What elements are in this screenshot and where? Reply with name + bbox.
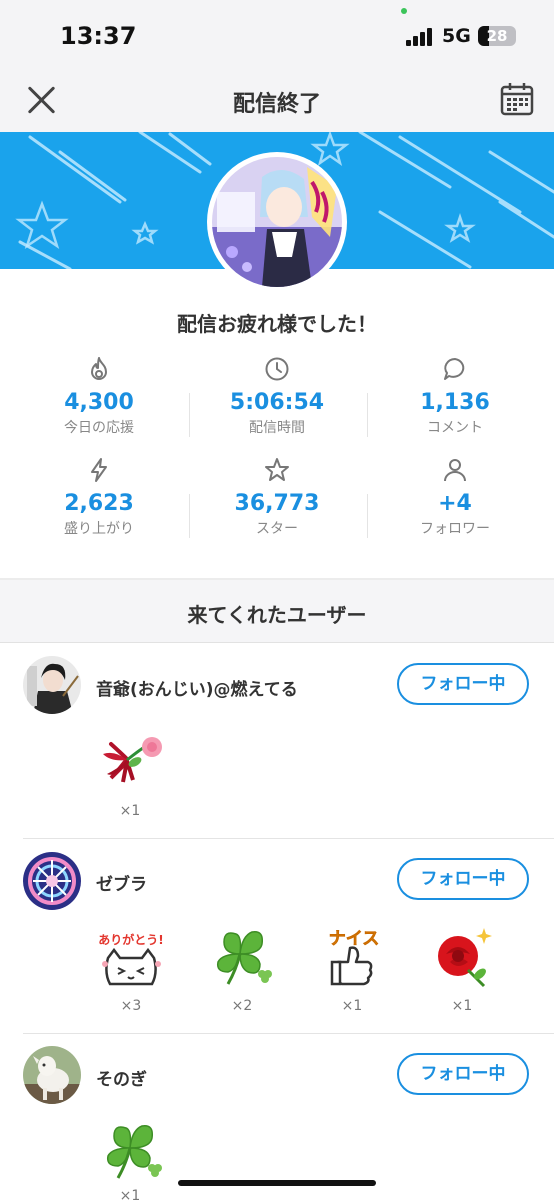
rose-bow-icon bbox=[103, 737, 162, 783]
red-rose-icon bbox=[438, 928, 492, 988]
clover-icon bbox=[106, 1125, 162, 1179]
gift-count: ×1 bbox=[119, 803, 141, 819]
calendar-icon[interactable] bbox=[500, 82, 534, 116]
following-button[interactable]: フォロー中 bbox=[397, 663, 529, 705]
stat-value: 1,136 bbox=[420, 390, 490, 415]
user-name[interactable]: そのぎ bbox=[96, 1065, 147, 1090]
gift-count: ×1 bbox=[451, 998, 473, 1014]
users-section-header: 来てくれたユーザー bbox=[0, 580, 554, 643]
status-time: 13:37 bbox=[60, 22, 137, 50]
stat-excitement: 2,623 盛り上がり bbox=[9, 457, 189, 538]
gift-count: ×3 bbox=[120, 998, 142, 1014]
arigatou-cat-icon: ありがとう! bbox=[98, 932, 164, 986]
stat-followers: +4 フォロワー bbox=[365, 457, 545, 538]
user-avatar[interactable] bbox=[23, 1046, 81, 1104]
gift-text: ナイス bbox=[329, 929, 380, 949]
stat-label: スター bbox=[256, 521, 298, 537]
divider bbox=[23, 1033, 554, 1034]
stat-stars: 36,773 スター bbox=[187, 457, 367, 538]
user-name[interactable]: ゼブラ bbox=[96, 870, 147, 895]
page-title: 配信終了 bbox=[232, 92, 321, 117]
user-name[interactable]: 音爺(おんじい)@燃えてる bbox=[96, 675, 298, 700]
flame-icon bbox=[91, 357, 107, 380]
clock-icon bbox=[265, 357, 289, 381]
top-bar: 配信終了 bbox=[0, 70, 554, 132]
clover-icon bbox=[216, 931, 272, 985]
person-icon bbox=[444, 459, 466, 482]
stat-value: +4 bbox=[438, 491, 472, 516]
thanks-message: 配信お疲れ様でした！ bbox=[177, 312, 377, 336]
stat-value: 5:06:54 bbox=[229, 390, 325, 415]
lightning-icon bbox=[91, 458, 107, 482]
home-indicator[interactable] bbox=[178, 1180, 376, 1186]
stat-value: 4,300 bbox=[64, 390, 134, 415]
user-avatar[interactable] bbox=[23, 852, 81, 910]
stat-label: フォロワー bbox=[420, 521, 490, 537]
privacy-indicator bbox=[401, 8, 407, 14]
users-section-title: 来てくれたユーザー bbox=[187, 603, 367, 627]
nice-thumbs-up-icon: ナイス bbox=[328, 929, 380, 986]
stat-label: 今日の応援 bbox=[64, 420, 134, 436]
battery-icon: 28 bbox=[478, 26, 516, 46]
stat-comments: 1,136 コメント bbox=[365, 356, 545, 437]
gift-count: ×2 bbox=[231, 998, 253, 1014]
stat-label: コメント bbox=[427, 420, 483, 436]
gift-count: ×1 bbox=[341, 998, 363, 1014]
star-icon bbox=[265, 458, 289, 481]
divider bbox=[23, 838, 554, 839]
stat-value: 36,773 bbox=[234, 491, 320, 516]
status-bar: 13:37 5G 28 bbox=[0, 0, 554, 70]
gift-count: ×1 bbox=[119, 1188, 141, 1204]
stat-cheers: 4,300 今日の応援 bbox=[9, 356, 189, 437]
streamer-avatar-image bbox=[212, 157, 342, 287]
network-type: 5G bbox=[442, 25, 471, 47]
stat-duration: 5:06:54 配信時間 bbox=[187, 356, 367, 437]
following-button[interactable]: フォロー中 bbox=[397, 1053, 529, 1095]
streamer-avatar bbox=[207, 152, 347, 292]
stat-label: 盛り上がり bbox=[64, 521, 134, 537]
user-avatar[interactable] bbox=[23, 656, 81, 714]
signal-icon bbox=[406, 28, 434, 46]
gift-text: ありがとう! bbox=[98, 932, 163, 947]
stat-label: 配信時間 bbox=[249, 420, 305, 436]
comment-icon bbox=[444, 358, 465, 380]
following-button[interactable]: フォロー中 bbox=[397, 858, 529, 900]
battery-level: 28 bbox=[486, 27, 508, 45]
stat-value: 2,623 bbox=[64, 491, 134, 516]
